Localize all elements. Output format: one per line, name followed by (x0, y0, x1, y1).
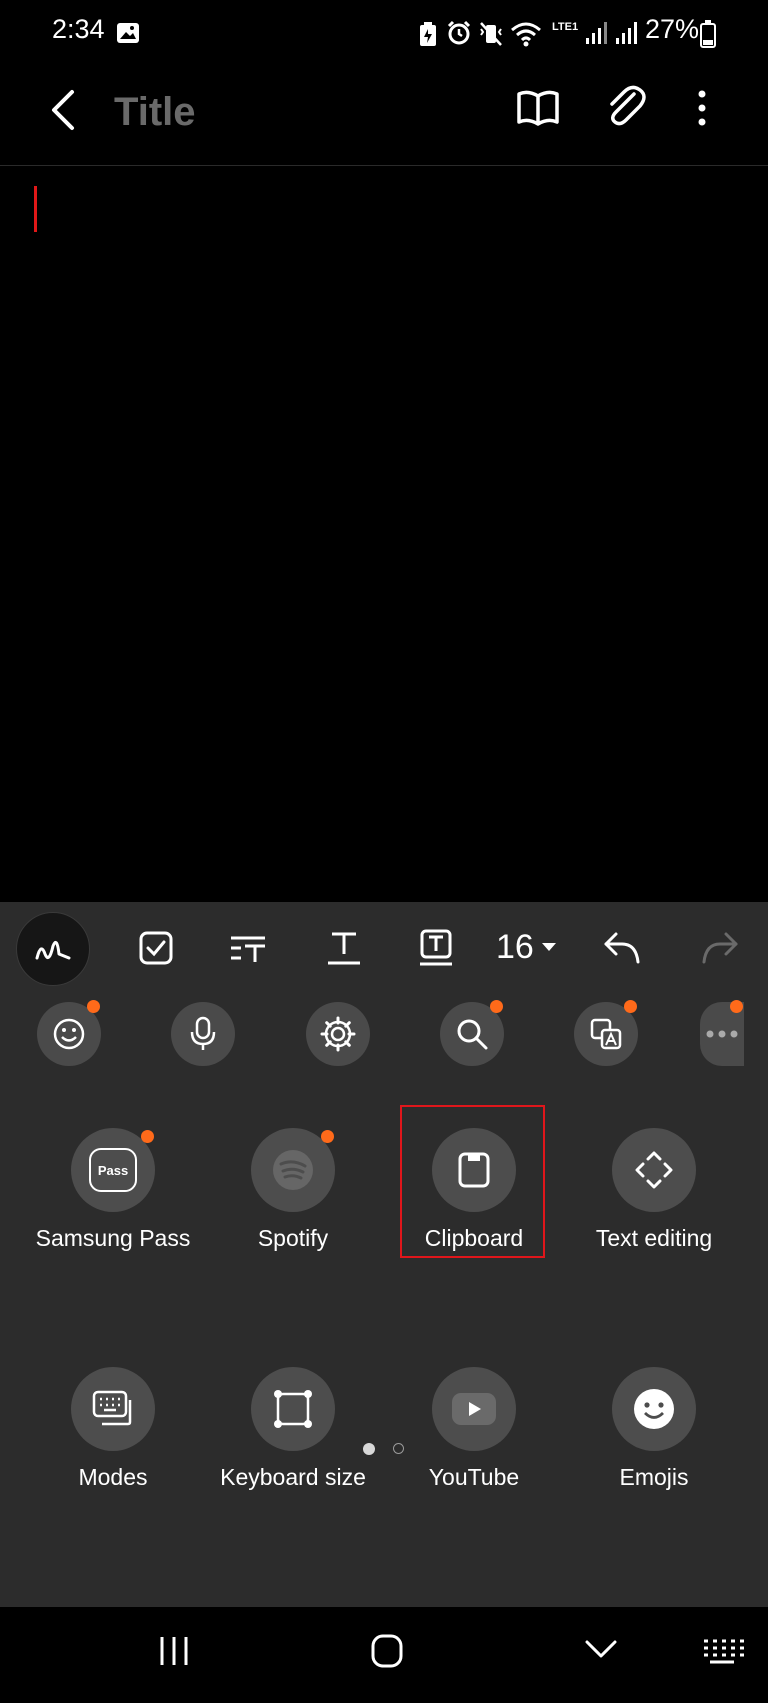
new-badge-dot (321, 1130, 334, 1143)
title-input[interactable]: Title (114, 90, 196, 135)
alarm-icon (447, 20, 471, 45)
app-keyboard-size[interactable]: Keyboard size (208, 1367, 378, 1537)
undo-button[interactable] (594, 920, 650, 976)
app-label: Samsung Pass (35, 1225, 191, 1251)
checkbox-icon (139, 931, 173, 965)
font-size-dropdown[interactable]: 16 (496, 922, 558, 972)
handwriting-button[interactable] (16, 912, 90, 986)
signal-sim2-icon (616, 22, 637, 44)
clipboard-highlight-box (400, 1105, 545, 1258)
page-dot-active (363, 1443, 375, 1455)
search-icon (457, 1019, 488, 1050)
gear-icon (320, 1016, 356, 1052)
emoji-face-icon (612, 1367, 696, 1451)
app-label: Keyboard size (220, 1464, 366, 1490)
translate-icon (590, 1018, 622, 1050)
app-label: Spotify (257, 1225, 329, 1251)
translate-tool-button[interactable] (574, 1000, 638, 1066)
app-emojis[interactable]: Emojis (569, 1367, 739, 1537)
battery-icon (700, 20, 716, 48)
new-badge-dot (624, 1000, 637, 1013)
app-youtube[interactable]: YouTube (389, 1367, 559, 1537)
undo-icon (604, 932, 640, 964)
emoji-tool-button[interactable] (37, 1000, 101, 1066)
text-style-button[interactable] (316, 920, 372, 976)
new-badge-dot (490, 1000, 503, 1013)
status-time: 2:34 (52, 14, 105, 44)
text-color-icon (420, 929, 452, 966)
app-label: Modes (78, 1464, 148, 1490)
checkbox-button[interactable] (128, 920, 184, 976)
keyboard-modes-glyph (92, 1390, 132, 1426)
redo-icon (702, 932, 738, 964)
gallery-notification-icon (117, 23, 139, 43)
status-bar: 2:34 LTE1 27% (0, 0, 768, 70)
youtube-logo (452, 1393, 496, 1425)
samsung-pass-logo: Pass (89, 1148, 137, 1192)
paragraph-style-button[interactable] (220, 920, 276, 976)
app-spotify[interactable]: Spotify (208, 1128, 378, 1298)
wifi-icon (511, 22, 541, 47)
keyboard-size-icon (251, 1367, 335, 1451)
new-badge-dot (87, 1000, 100, 1013)
keyboard-settings-button[interactable] (306, 1002, 370, 1066)
new-badge-dot (141, 1130, 154, 1143)
app-bar: Title (0, 70, 768, 166)
recent-apps-icon[interactable] (156, 1635, 192, 1667)
voice-input-button[interactable] (171, 1002, 235, 1066)
text-cursor (34, 186, 37, 232)
font-size-value: 16 (496, 927, 534, 966)
more-options-icon[interactable] (694, 88, 710, 128)
attachment-paperclip-icon[interactable] (604, 84, 646, 130)
text-color-button[interactable] (408, 920, 464, 976)
search-tool-button[interactable] (440, 1000, 504, 1066)
text-editing-glyph (635, 1151, 673, 1189)
text-editing-icon (612, 1128, 696, 1212)
paragraph-style-icon (231, 936, 265, 962)
hide-keyboard-chevron-icon[interactable] (584, 1639, 618, 1661)
emoji-face-glyph (634, 1389, 674, 1429)
back-arrow-icon[interactable] (46, 88, 82, 132)
handwriting-pen-icon (35, 940, 71, 960)
signal-sim1-icon (586, 22, 607, 44)
keyboard-switch-icon[interactable] (700, 1637, 744, 1665)
vibrate-mute-icon (480, 22, 502, 46)
battery-percent: 27% (645, 14, 700, 44)
app-label: Emojis (619, 1464, 689, 1490)
keyboard-modes-icon (71, 1367, 155, 1451)
battery-saver-icon (420, 22, 436, 46)
text-style-icon (328, 932, 360, 965)
microphone-icon (190, 1016, 216, 1050)
more-tools-button[interactable] (700, 1000, 744, 1066)
redo-button[interactable] (692, 920, 748, 976)
keyboard-size-glyph (274, 1390, 312, 1428)
keyboard-panel: 16 Pass Samsung Pass Spotify Clipboard T… (0, 902, 768, 1607)
reading-mode-book-icon[interactable] (516, 88, 560, 128)
app-label: Text editing (595, 1225, 713, 1251)
app-text-editing[interactable]: Text editing (569, 1128, 739, 1298)
smiley-icon (53, 1018, 85, 1050)
network-type-label: LTE1 (552, 21, 579, 33)
note-body-editor[interactable] (0, 166, 768, 901)
youtube-icon (432, 1367, 516, 1451)
home-icon[interactable] (370, 1633, 404, 1669)
app-samsung-pass[interactable]: Pass Samsung Pass (28, 1128, 198, 1298)
spotify-logo (273, 1150, 313, 1190)
new-badge-dot (730, 1000, 743, 1013)
navigation-bar (0, 1607, 768, 1703)
page-dot-inactive[interactable] (393, 1443, 404, 1454)
app-modes[interactable]: Modes (28, 1367, 198, 1537)
more-horizontal-icon (706, 1030, 738, 1038)
app-label: YouTube (428, 1464, 520, 1490)
chevron-down-icon (541, 943, 556, 951)
